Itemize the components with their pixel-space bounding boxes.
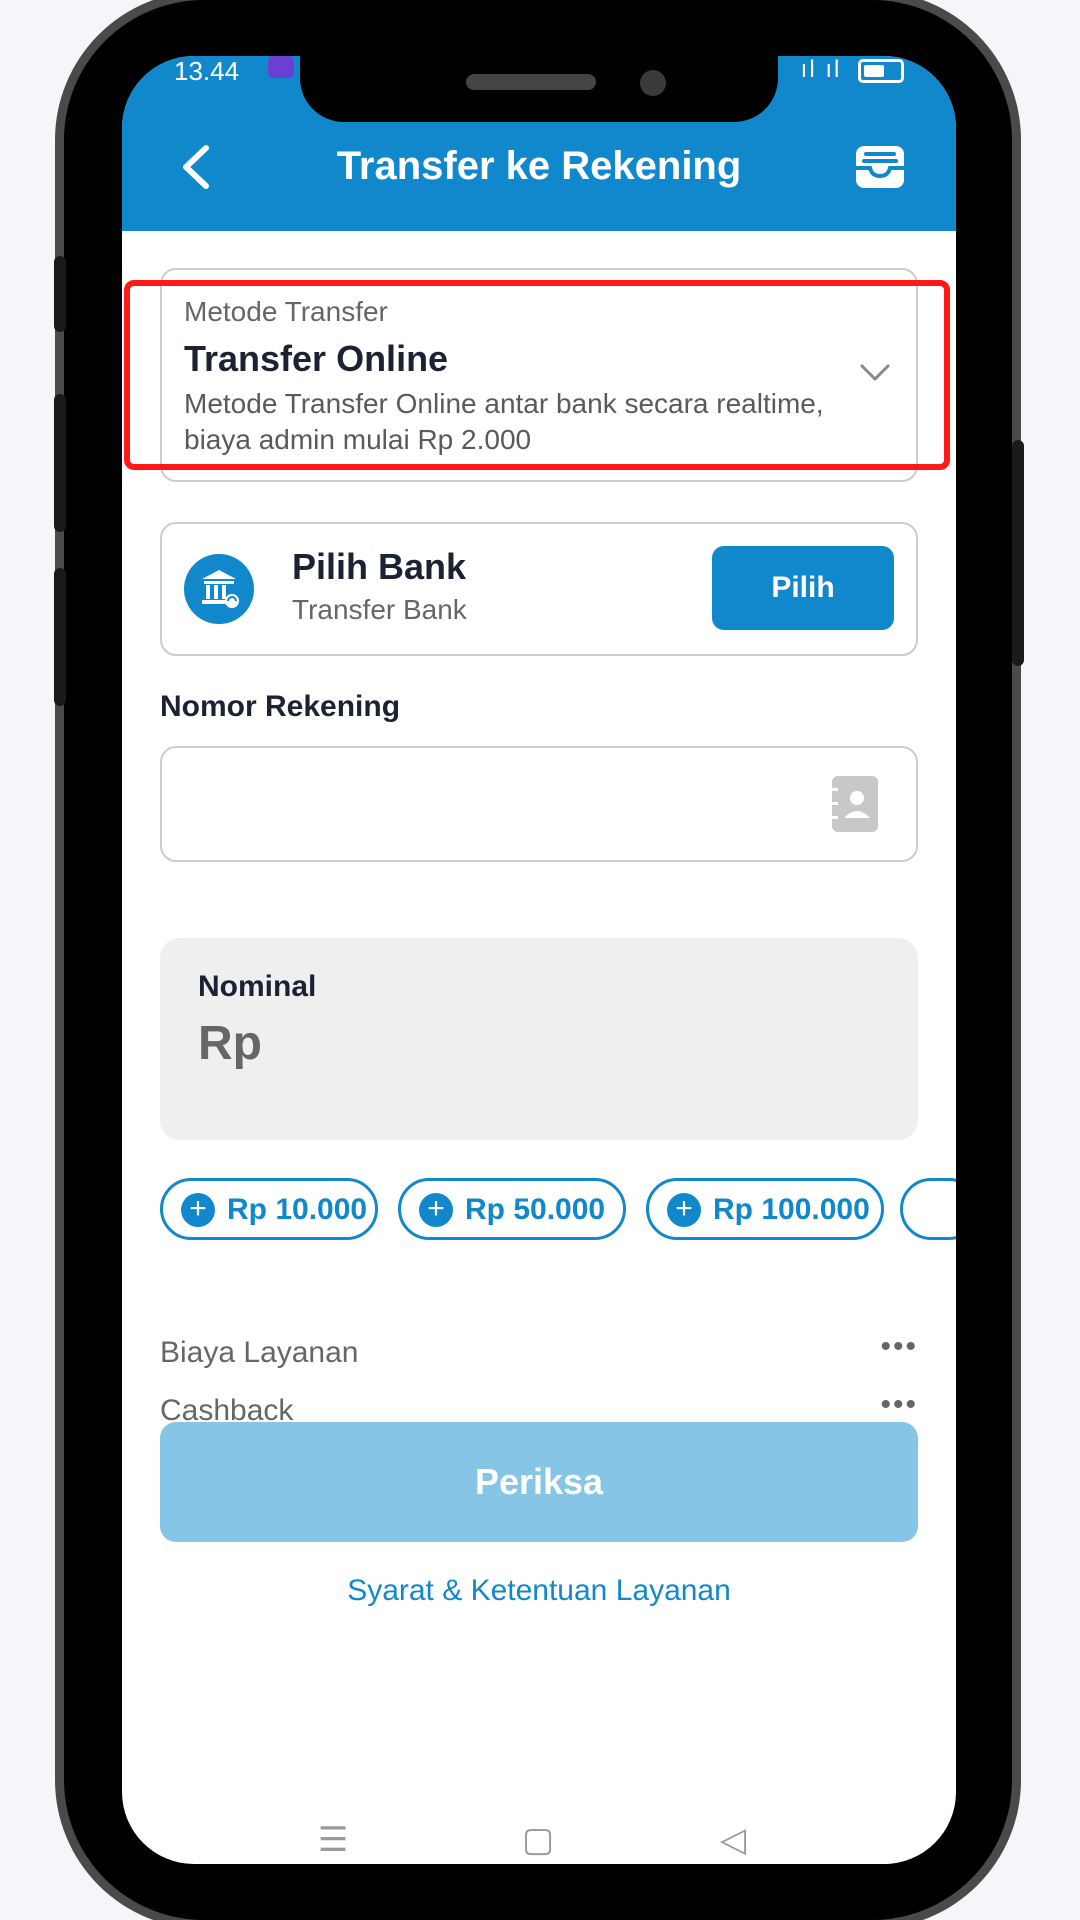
service-fee-label: Biaya Layanan [160, 1336, 359, 1369]
status-time: 13.44 [174, 56, 240, 86]
plus-icon: + [419, 1193, 453, 1227]
back-nav-icon[interactable]: ◁ [720, 1820, 746, 1860]
choose-bank-button[interactable]: Pilih [712, 546, 894, 630]
check-button[interactable]: Periksa [160, 1422, 918, 1542]
speaker-grille [466, 74, 596, 90]
quick-amount-label: Rp 100.000 [713, 1193, 870, 1226]
signal-icon: ıl ıl [800, 56, 842, 83]
nominal-label: Nominal [198, 970, 317, 1003]
quick-amount-label: Rp 50.000 [465, 1193, 606, 1226]
phone-side-button [54, 568, 66, 706]
account-number-label: Nomor Rekening [160, 690, 401, 723]
home-icon[interactable]: ▢ [522, 1820, 554, 1860]
inbox-button[interactable] [852, 142, 908, 192]
front-camera [640, 70, 666, 96]
quick-amount-chip[interactable]: + Rp 100.000 [646, 1178, 884, 1240]
app-screen: 13.44 ıl ıl Transfer ke Rekening Metode … [122, 56, 956, 1864]
inbox-icon [856, 146, 904, 188]
status-indicators: ıl ıl [801, 56, 904, 84]
battery-icon [858, 58, 904, 83]
page-title: Transfer ke Rekening [336, 144, 742, 188]
service-fee-value: ••• [880, 1330, 918, 1363]
plus-icon: + [667, 1193, 701, 1227]
menu-icon[interactable]: ☰ [318, 1820, 348, 1860]
contact-book-icon[interactable] [832, 776, 878, 832]
phone-side-button [54, 394, 66, 532]
highlight-box [124, 280, 950, 470]
system-nav-bar: ☰ ▢ ◁ [122, 1820, 956, 1864]
camera-notch [300, 56, 778, 122]
quick-amount-chip[interactable]: + Rp 50.000 [398, 1178, 626, 1240]
phone-side-button [54, 256, 66, 332]
phone-side-button [1012, 440, 1024, 666]
bank-subtitle: Transfer Bank [292, 594, 467, 625]
bank-icon [184, 554, 254, 624]
quick-amount-label: Rp 10.000 [227, 1193, 368, 1226]
quick-amount-chip[interactable]: + Rp 10.000 [160, 1178, 378, 1240]
quick-amount-chip-partial[interactable] [900, 1178, 956, 1240]
currency-prefix: Rp [198, 1017, 262, 1070]
notification-app-icon [268, 56, 294, 78]
plus-icon: + [181, 1193, 215, 1227]
cashback-value: ••• [880, 1388, 918, 1421]
nominal-input[interactable] [160, 938, 918, 1140]
bank-title: Pilih Bank [292, 546, 467, 587]
account-number-input[interactable] [160, 746, 918, 862]
terms-link[interactable]: Syarat & Ketentuan Layanan [122, 1574, 956, 1608]
